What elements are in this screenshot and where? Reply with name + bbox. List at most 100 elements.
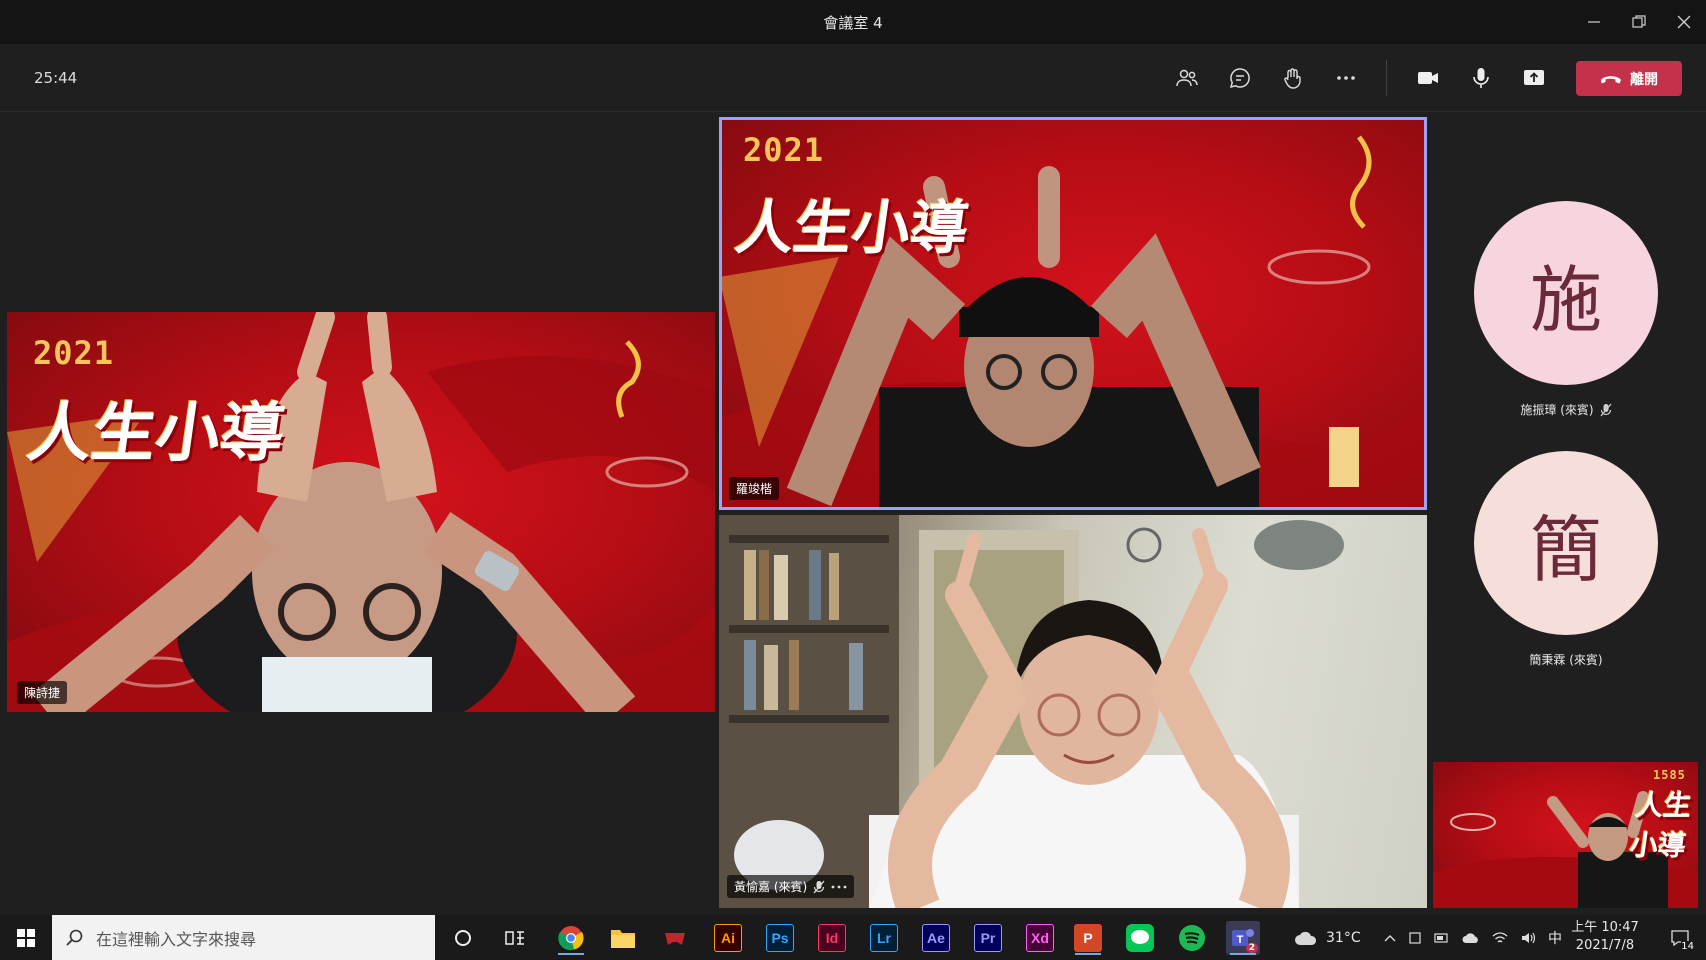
toolbar-divider [1386,60,1387,96]
participants-button[interactable] [1167,60,1207,96]
video-tile-bottom[interactable]: 黃愉嘉 (來賓) [719,515,1427,908]
share-icon [1524,70,1544,85]
line-chat-icon [1126,924,1154,952]
powerpoint-taskbar-icon[interactable]: P [1071,921,1105,955]
minimize-button[interactable] [1574,8,1614,36]
chat-icon [1229,68,1250,89]
windows-taskbar: 在這裡輸入文字來搜尋 Ai Ps Id Lr Ae Pr Xd P T 2 31°C [0,915,1706,960]
system-tray-icons: 中 [1384,915,1562,960]
chevron-up-icon [1384,934,1396,941]
close-icon [1677,15,1691,29]
video-tile-left[interactable]: 2021 人生小導 陳詩捷 [7,312,715,712]
banner-logo-text: 人生小導 [731,194,974,262]
adobe-app-taskbar-icon[interactable]: Pr [971,921,1005,955]
taskbar-clock[interactable]: 上午 10:47 2021/7/8 [1560,919,1650,955]
participant-name: 施振璋 (來賓) [1520,403,1594,417]
notification-count: 14 [1681,941,1694,952]
adobe-app-taskbar-icon[interactable]: Lr [867,921,901,955]
more-actions-button[interactable] [1326,60,1366,96]
device-icon [1409,931,1421,944]
app-icon-label: Ai [714,924,742,952]
more-icon [1337,76,1355,80]
reactions-button[interactable] [1273,60,1313,96]
participant-name: 陳詩捷 [24,686,61,700]
file-explorer-taskbar-icon[interactable] [606,921,640,955]
adobe-app-taskbar-icon[interactable]: Xd [1023,921,1057,955]
more-options-icon [831,885,847,888]
chrome-taskbar-icon[interactable] [554,921,588,955]
microphone-icon [1473,68,1489,88]
restore-button[interactable] [1619,8,1659,36]
close-button[interactable] [1664,8,1704,36]
video-scene [719,515,1344,908]
app-icon-label: Lr [870,924,898,952]
hang-up-icon [1601,75,1621,83]
clock-time: 上午 10:47 [1571,920,1639,935]
folder-icon [611,930,635,948]
app-icon-label: Ae [922,924,950,952]
spotify-icon [1179,925,1205,951]
adobe-app-taskbar-icon[interactable]: Ps [763,921,797,955]
adobe-app-taskbar-icon[interactable]: Ae [919,921,953,955]
powerpoint-icon: P [1074,924,1102,952]
avatar-initial: 施 [1529,257,1602,342]
adobe-app-taskbar-icon[interactable]: Ai [711,921,745,955]
meeting-timer: 25:44 [34,69,78,87]
cortana-button[interactable] [446,921,480,955]
people-icon [1176,69,1198,87]
video-tile-top[interactable]: 2021 人生小導 羅竣楷 [719,117,1427,510]
muted-mic-icon [813,880,825,893]
notification-center-button[interactable]: 14 [1660,915,1700,960]
taskbar-search[interactable]: 在這裡輸入文字來搜尋 [52,915,435,960]
start-button[interactable] [0,915,52,960]
weather-widget[interactable]: 31°C [1294,915,1361,960]
adobe-app-taskbar-icon[interactable]: Id [815,921,849,955]
volume-icon [1522,932,1536,943]
share-screen-button[interactable] [1514,60,1554,96]
title-bar: 會議室 4 [0,0,1706,44]
app-icon-label: Xd [1026,924,1054,952]
chrome-icon [558,926,584,951]
task-view-button[interactable] [498,921,532,955]
search-icon [66,929,83,946]
cloud-icon [1295,931,1317,945]
participant-name: 簡秉霖 (來賓) [1529,653,1603,667]
participant-avatar[interactable]: 施 [1474,201,1658,385]
game-app-taskbar-icon[interactable] [658,921,692,955]
participant-name: 羅竣楷 [736,482,773,496]
participant-name-tag: 陳詩捷 [17,681,68,704]
battery-icon [1434,932,1448,943]
participant-avatar-name: 施振璋 (來賓) [1446,401,1686,418]
muted-mic-icon [1600,403,1612,416]
participant-name-tag: 羅竣楷 [729,477,780,500]
teams-taskbar-icon[interactable]: T 2 [1226,921,1260,955]
leave-button[interactable]: 離開 [1576,61,1682,96]
spotify-taskbar-icon[interactable] [1175,921,1209,955]
wifi-icon [1492,931,1508,942]
line-taskbar-icon[interactable] [1123,921,1157,955]
avatar-initial: 簡 [1529,507,1602,592]
restore-icon [1632,15,1646,28]
camera-button[interactable] [1408,60,1448,96]
participant-name: 黃愉嘉 (來賓) [734,880,808,894]
microphone-button[interactable] [1461,60,1501,96]
leave-label: 離開 [1630,71,1658,88]
window-title: 會議室 4 [823,14,883,32]
participant-avatar[interactable]: 簡 [1474,451,1658,635]
chat-button[interactable] [1220,60,1260,96]
banner-logo-text: 人生小導 [1627,789,1694,862]
onedrive-icon [1462,932,1478,943]
participant-avatar-name: 簡秉霖 (來賓) [1446,651,1686,668]
video-scene [719,135,1427,510]
cortana-icon [455,930,471,946]
banner-logo-text: 人生小導 [22,397,290,471]
video-camera-icon [1418,72,1438,84]
self-view-tile[interactable]: 1585 人生小導 [1433,762,1698,908]
app-icon-label: Id [818,924,846,952]
app-icon-label: Ps [766,924,794,952]
video-scene [7,312,715,712]
participant-name-tag: 黃愉嘉 (來賓) [727,875,855,898]
search-placeholder: 在這裡輸入文字來搜尋 [96,929,257,949]
clock-date: 2021/7/8 [1575,938,1635,953]
weather-temperature: 31°C [1326,929,1361,946]
